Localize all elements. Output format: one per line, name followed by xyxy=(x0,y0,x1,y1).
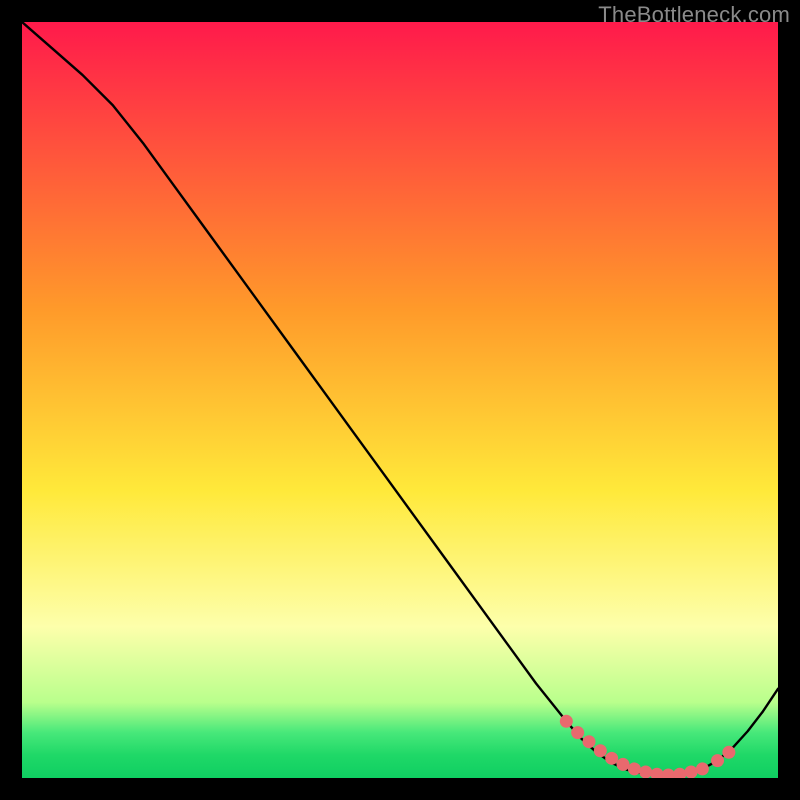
watermark-text: TheBottleneck.com xyxy=(598,2,790,28)
chart-frame: TheBottleneck.com xyxy=(0,0,800,800)
trough-marker xyxy=(696,762,709,775)
trough-marker xyxy=(628,762,641,775)
trough-marker xyxy=(722,746,735,759)
trough-marker xyxy=(685,765,698,778)
trough-marker xyxy=(571,726,584,739)
trough-marker xyxy=(617,758,630,771)
trough-marker xyxy=(639,765,652,778)
trough-marker xyxy=(605,752,618,765)
chart-svg xyxy=(22,22,778,778)
plot-area xyxy=(22,22,778,778)
trough-marker xyxy=(560,715,573,728)
trough-marker xyxy=(594,744,607,757)
trough-marker xyxy=(583,735,596,748)
trough-marker xyxy=(711,754,724,767)
